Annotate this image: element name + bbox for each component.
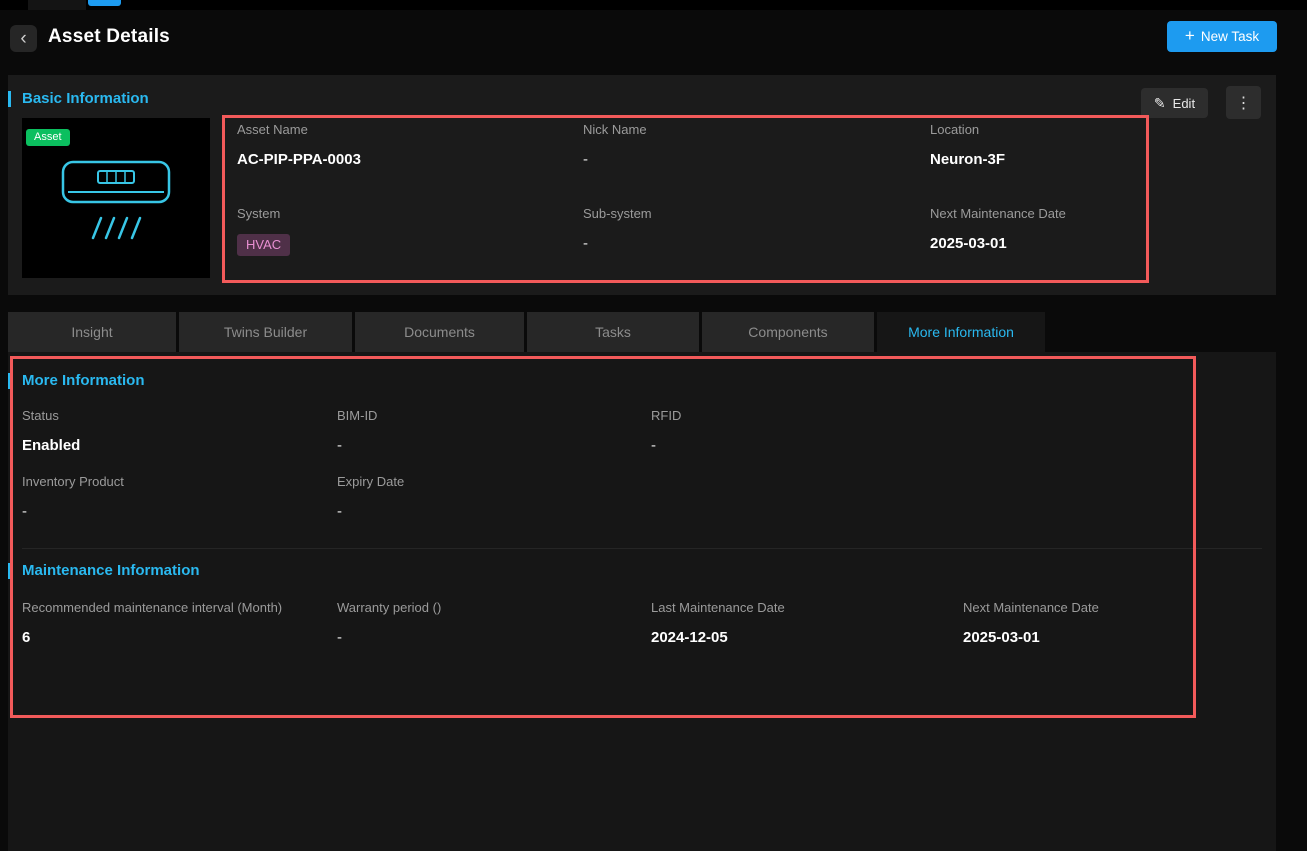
field-label: Nick Name [583,122,647,137]
tab-insight[interactable]: Insight [8,312,176,352]
air-conditioner-icon [61,160,171,240]
field-value: - [22,503,27,520]
field-expiry-date: Expiry Date - [337,474,651,522]
maintenance-information-title: Maintenance Information [22,562,200,579]
system-badge: HVAC [237,234,291,256]
field-value: Neuron-3F [930,151,1005,168]
more-information-grid: Status Enabled BIM-ID - RFID - Inventory… [22,408,971,522]
field-label: Asset Name [237,122,308,137]
field-value: AC-PIP-PPA-0003 [237,151,361,168]
basic-information-card: Basic Information ✎ Edit ⋮ Asset Asset N… [8,75,1276,295]
field-label: Warranty period () [337,600,442,615]
asset-details-page: ‹ Asset Details + New Task Basic Informa… [0,0,1307,851]
field-value: - [337,437,342,454]
active-tab-indicator [88,0,121,6]
top-strip [0,0,1307,10]
tab-twins-builder[interactable]: Twins Builder [179,312,352,352]
kebab-menu-icon: ⋮ [1235,94,1252,112]
field-label: Expiry Date [337,474,405,489]
more-information-panel: More Information Status Enabled BIM-ID -… [8,352,1276,851]
field-label: Last Maintenance Date [651,600,785,615]
field-label: Sub-system [583,206,652,221]
field-label: Next Maintenance Date [930,206,1066,221]
field-label: System [237,206,281,221]
section-accent-bar [8,91,11,107]
page-header: ‹ Asset Details + New Task [0,10,1307,72]
tab-documents[interactable]: Documents [355,312,524,352]
edit-button[interactable]: ✎ Edit [1141,88,1208,118]
section-divider [22,548,1262,549]
tab-more-information[interactable]: More Information [877,312,1045,352]
field-warranty-period: Warranty period () - [337,600,651,648]
page-title: Asset Details [48,26,170,47]
field-last-maintenance-date: Last Maintenance Date 2024-12-05 [651,600,963,648]
edit-label: Edit [1172,95,1196,111]
field-status: Status Enabled [22,408,337,456]
field-value: 6 [22,629,31,646]
plus-icon: + [1184,26,1195,45]
field-value: 2024-12-05 [651,629,728,646]
field-sub-system: Sub-system - [583,206,930,256]
field-value: - [583,151,588,168]
back-button[interactable]: ‹ [10,25,37,52]
tab-components[interactable]: Components [702,312,874,352]
tab-tasks[interactable]: Tasks [527,312,699,352]
edit-icon: ✎ [1153,94,1166,111]
maintenance-grid: Recommended maintenance interval (Month)… [22,600,1253,648]
field-next-maintenance-date-2: Next Maintenance Date 2025-03-01 [963,600,1253,648]
field-asset-name: Asset Name AC-PIP-PPA-0003 [237,122,583,170]
field-nick-name: Nick Name - [583,122,930,170]
field-bim-id: BIM-ID - [337,408,651,456]
field-value: - [583,235,588,252]
field-label: BIM-ID [337,408,378,423]
field-value: 2025-03-01 [963,629,1040,646]
back-icon: ‹ [20,28,27,49]
more-actions-button[interactable]: ⋮ [1226,86,1261,119]
basic-fields-grid: Asset Name AC-PIP-PPA-0003 Nick Name - L… [237,122,1230,256]
browser-tab-remnant [28,0,86,10]
new-task-label: New Task [1200,29,1260,44]
field-label: Inventory Product [22,474,124,489]
field-location: Location Neuron-3F [930,122,1230,170]
field-label: Status [22,408,59,423]
more-information-title: More Information [22,372,145,389]
field-inventory-product: Inventory Product - [22,474,337,522]
field-value: - [337,629,342,646]
field-rfid: RFID - [651,408,971,456]
field-value: - [337,503,342,520]
field-label: Recommended maintenance interval (Month) [22,600,283,615]
section-accent-bar [8,373,11,389]
asset-type-badge: Asset [26,129,70,146]
field-maintenance-interval: Recommended maintenance interval (Month)… [22,600,337,648]
asset-thumbnail[interactable]: Asset [22,118,210,278]
detail-tabs: Insight Twins Builder Documents Tasks Co… [8,312,1045,352]
field-system: System HVAC [237,206,583,256]
field-value: Enabled [22,437,81,454]
field-value: 2025-03-01 [930,235,1007,252]
field-label: Location [930,122,980,137]
section-accent-bar [8,563,11,579]
new-task-button[interactable]: + New Task [1167,21,1277,52]
field-label: Next Maintenance Date [963,600,1099,615]
field-label: RFID [651,408,682,423]
basic-information-title: Basic Information [22,90,149,107]
field-value: - [651,437,656,454]
field-next-maintenance-date: Next Maintenance Date 2025-03-01 [930,206,1230,256]
